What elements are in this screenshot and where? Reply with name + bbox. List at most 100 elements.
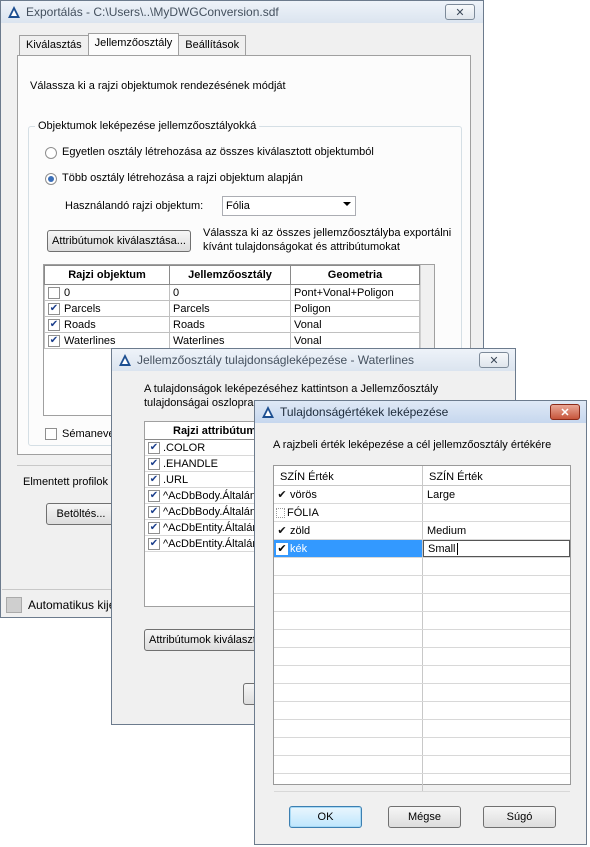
empty-row <box>274 666 570 684</box>
ok-button[interactable]: OK <box>289 806 362 828</box>
tab-beallitasok[interactable]: Beállítások <box>178 35 247 55</box>
row-class[interactable]: Parcels <box>169 300 291 317</box>
row-geometry[interactable]: Poligon <box>290 300 420 317</box>
export-close-button[interactable]: ✕ <box>445 4 475 20</box>
source-value: FÓLIA <box>287 506 319 519</box>
radio-multi-class-label[interactable]: Több osztály létrehozása a rajzi objektu… <box>62 172 303 184</box>
empty-row <box>274 774 570 792</box>
row-checkbox[interactable] <box>48 286 60 299</box>
row-checkbox[interactable]: ✔ <box>276 542 288 555</box>
empty-row <box>274 576 570 594</box>
value-mapping-grid: SZÍN Érték SZÍN Érték ✔ vörös Large FÓLIA… <box>273 465 571 792</box>
help-button[interactable]: Súgó <box>483 806 556 828</box>
radio-single-class[interactable] <box>45 147 57 159</box>
row-checkbox[interactable]: ✔ <box>276 489 288 501</box>
select-attributes-button-label: Attribútumok kiválasztása... <box>52 235 186 247</box>
row-checkbox[interactable]: ✔ <box>148 489 160 502</box>
list-item[interactable]: ✔ ^AcDbBody.Általán <box>145 488 258 504</box>
empty-row <box>274 558 570 576</box>
row-checkbox[interactable]: ✔ <box>148 537 160 550</box>
empty-row <box>274 648 570 666</box>
list-item[interactable]: ✔ ^AcDbEntity.Általán <box>145 536 258 552</box>
close-icon: ✕ <box>560 406 570 419</box>
list-item[interactable]: ✔ ^AcDbBody.Általán <box>145 504 258 520</box>
target-value[interactable]: Large <box>423 486 570 503</box>
table-row[interactable]: ✔ Roads Roads Vonal <box>44 316 420 333</box>
table-row[interactable]: 0 0 Pont+Vonal+Poligon <box>44 284 420 301</box>
value-mapping-desc: A rajzbeli érték leképezése a cél jellem… <box>273 439 552 451</box>
cancel-button[interactable]: Mégse <box>388 806 461 828</box>
target-value[interactable]: Medium <box>423 522 570 539</box>
list-item[interactable]: ✔ .EHANDLE <box>145 456 258 472</box>
tab-jellemzoosztaly[interactable]: Jellemzőosztály <box>87 33 180 55</box>
tab-kivalasztas[interactable]: Kiválasztás <box>19 35 89 55</box>
row-checkbox[interactable] <box>276 507 285 518</box>
table-row[interactable]: ✔ Parcels Parcels Poligon <box>44 300 420 317</box>
attributes-hint-1: Válassza ki az összes jellemzőosztályba … <box>203 227 452 239</box>
close-icon: ✕ <box>489 354 499 367</box>
list-item[interactable]: ✔ .URL <box>145 472 258 488</box>
row-class[interactable]: 0 <box>169 284 291 301</box>
target-value-editor[interactable]: Small <box>423 540 570 557</box>
radio-multi-class[interactable] <box>45 173 57 185</box>
radio-single-class-label[interactable]: Egyetlen osztály létrehozása az összes k… <box>62 146 374 158</box>
row-checkbox[interactable]: ✔ <box>148 521 160 534</box>
property-mapping-close-button[interactable]: ✕ <box>479 352 509 368</box>
attribute-name: .COLOR <box>163 441 206 454</box>
mid-select-attributes-button[interactable]: Attribútumok kiválaszt <box>144 629 259 651</box>
table-row[interactable]: ✔ Waterlines Waterlines Vonal <box>44 332 420 349</box>
empty-row <box>274 630 570 648</box>
row-class[interactable]: Waterlines <box>169 332 291 349</box>
row-geometry[interactable]: Vonal <box>290 316 420 333</box>
property-mapping-desc-1: A tulajdonságok leképezéséhez kattintson… <box>144 383 439 395</box>
row-class[interactable]: Roads <box>169 316 291 333</box>
list-item[interactable]: ✔ ^AcDbEntity.Általán <box>145 520 258 536</box>
row-checkbox[interactable]: ✔ <box>276 525 288 537</box>
col-feature-class[interactable]: Jellemzőosztály <box>169 265 291 285</box>
mid-select-attributes-button-label: Attribútumok kiválaszt <box>149 634 256 646</box>
select-attributes-button[interactable]: Attribútumok kiválasztása... <box>47 230 191 252</box>
source-value: kék <box>290 542 308 555</box>
value-mapping-titlebar[interactable]: Tulajdonságértékek leképezése ✕ <box>255 401 586 423</box>
row-geometry[interactable]: Pont+Vonal+Poligon <box>290 284 420 301</box>
row-geometry[interactable]: Vonal <box>290 332 420 349</box>
row-checkbox[interactable]: ✔ <box>48 334 60 347</box>
col-source-value[interactable]: SZÍN Érték <box>274 466 423 485</box>
table-row[interactable]: FÓLIA <box>274 504 570 522</box>
col-geometry[interactable]: Geometria <box>290 265 420 285</box>
table-row[interactable]: ✔ zöld Medium <box>274 522 570 540</box>
export-tabs: Kiválasztás Jellemzőosztály Beállítások <box>19 33 247 55</box>
row-checkbox[interactable]: ✔ <box>148 505 160 518</box>
property-mapping-titlebar[interactable]: Jellemzőosztály tulajdonságleképezése - … <box>112 349 515 371</box>
drawing-object-label: Használandó rajzi objektum: <box>65 200 204 212</box>
row-checkbox[interactable]: ✔ <box>148 457 160 470</box>
value-mapping-close-button[interactable]: ✕ <box>550 404 580 420</box>
row-object: 0 <box>64 286 71 299</box>
empty-row <box>274 702 570 720</box>
list-item[interactable]: ✔ .COLOR <box>145 440 258 456</box>
load-profile-button-label: Betöltés... <box>56 508 106 520</box>
row-object: Waterlines <box>64 334 116 347</box>
schema-name-checkbox[interactable] <box>45 428 57 440</box>
drawing-object-select[interactable]: Fólia <box>222 196 356 216</box>
target-value[interactable] <box>423 504 570 521</box>
close-icon: ✕ <box>455 6 465 19</box>
col-drawing-object[interactable]: Rajzi objektum <box>44 265 170 285</box>
export-dialog-titlebar[interactable]: Exportálás - C:\Users\..\MyDWGConversion… <box>1 1 483 23</box>
row-checkbox[interactable]: ✔ <box>148 473 160 486</box>
row-checkbox[interactable]: ✔ <box>48 318 60 331</box>
schema-name-label[interactable]: Sémanevel <box>62 428 117 440</box>
row-checkbox[interactable]: ✔ <box>148 441 160 454</box>
col-target-value[interactable]: SZÍN Érték <box>423 466 489 485</box>
empty-row <box>274 738 570 756</box>
table-row[interactable]: ✔ vörös Large <box>274 486 570 504</box>
row-checkbox[interactable]: ✔ <box>48 302 60 315</box>
cancel-button-label: Mégse <box>407 811 442 823</box>
row-object: Parcels <box>64 302 101 315</box>
drawing-attribute-table: Rajzi attribútum ✔ .COLOR ✔ .EHANDLE ✔ .URL… <box>144 421 259 607</box>
table-row-selected[interactable]: ✔ kék Small <box>274 540 570 558</box>
export-dialog-title: Exportálás - C:\Users\..\MyDWGConversion… <box>26 5 279 19</box>
load-profile-button[interactable]: Betöltés... <box>46 503 116 525</box>
col-drawing-attribute[interactable]: Rajzi attribútum <box>145 422 258 440</box>
attribute-name: ^AcDbEntity.Általán <box>163 537 259 550</box>
